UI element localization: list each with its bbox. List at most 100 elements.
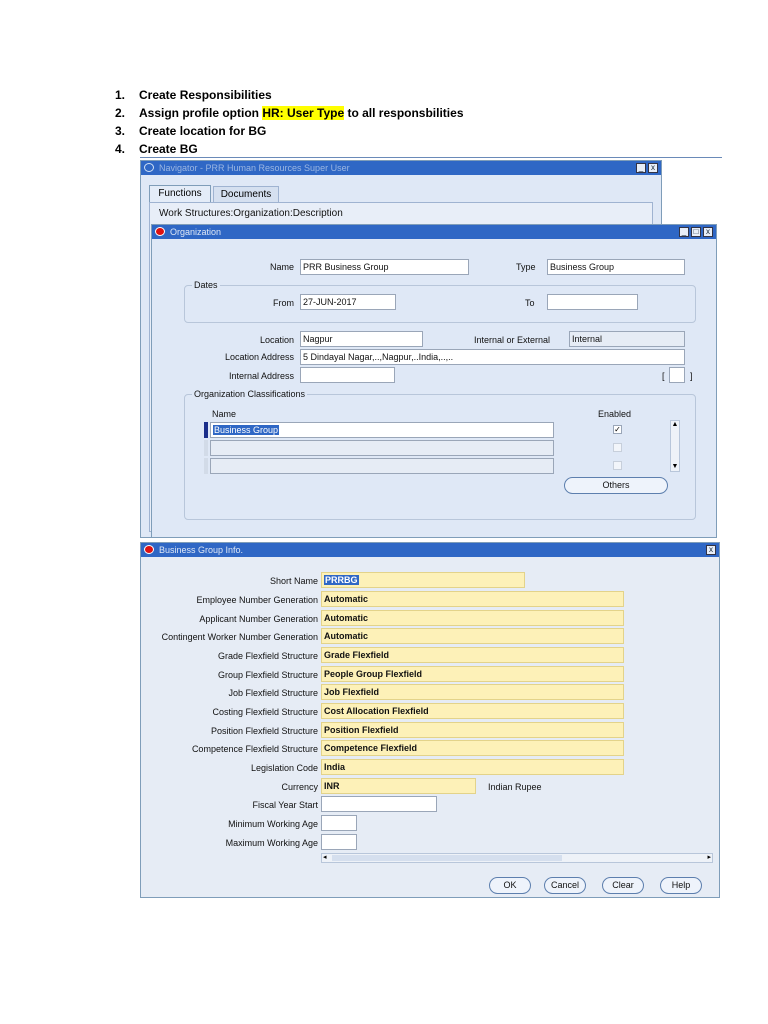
scroll-up-icon[interactable]: ▲	[671, 421, 679, 429]
competence-flexfield-structure-field[interactable]: Competence Flexfield	[321, 740, 624, 756]
fiscal-year-start-field[interactable]	[321, 796, 437, 812]
navigator-title: Navigator - PRR Human Resources Super Us…	[159, 163, 350, 173]
from-date-field[interactable]: 27-JUN-2017	[300, 294, 396, 310]
classifications-label: Organization Classifications	[192, 389, 308, 399]
clear-button[interactable]: Clear	[602, 877, 644, 894]
enabled-checkbox[interactable]: ✓	[613, 425, 622, 434]
position-flexfield-structure-field[interactable]: Position Flexfield	[321, 722, 624, 738]
minimum-working-age-field[interactable]	[321, 815, 357, 831]
from-label: From	[273, 298, 294, 308]
field-label: Maximum Working Age	[225, 838, 318, 848]
type-field[interactable]: Business Group	[547, 259, 685, 275]
enabled-checkbox[interactable]	[613, 443, 622, 452]
currency-field[interactable]: INR	[321, 778, 476, 794]
applicant-number-generation-field[interactable]: Automatic	[321, 610, 624, 626]
flex-bracket-open: [	[662, 371, 665, 381]
field-label: Fiscal Year Start	[252, 800, 318, 810]
field-label: Grade Flexfield Structure	[217, 651, 318, 661]
minimize-button[interactable]: _	[679, 227, 689, 237]
classification-row-1[interactable]: Business Group	[210, 422, 554, 438]
internal-external-field[interactable]: Internal	[569, 331, 685, 347]
field-label: Minimum Working Age	[228, 819, 318, 829]
row-indicator	[204, 440, 208, 456]
name-field[interactable]: PRR Business Group	[300, 259, 469, 275]
navigator-titlebar[interactable]: Navigator - PRR Human Resources Super Us…	[141, 161, 661, 175]
bg-info-title: Business Group Info.	[159, 545, 244, 555]
navigator-path: Work Structures:Organization:Description	[159, 208, 343, 219]
enabled-checkbox[interactable]	[613, 461, 622, 470]
costing-flexfield-structure-field[interactable]: Cost Allocation Flexfield	[321, 703, 624, 719]
navigator-icon	[144, 163, 154, 172]
maximize-button[interactable]: □	[691, 227, 701, 237]
scroll-down-icon[interactable]: ▼	[671, 463, 679, 471]
business-group-info-window: Business Group Info. x Short Name PRRBG …	[140, 542, 720, 898]
internal-external-label: Internal or External	[474, 335, 551, 345]
field-label: Costing Flexfield Structure	[212, 707, 318, 717]
minimize-button[interactable]: _	[636, 163, 646, 173]
location-address-field[interactable]: 5 Dindayal Nagar,..,Nagpur,..India,..,..	[300, 349, 685, 365]
field-label: Short Name	[269, 576, 318, 586]
classification-scrollbar[interactable]: ▲ ▼	[670, 420, 680, 472]
employee-number-generation-field[interactable]: Automatic	[321, 591, 624, 607]
classification-row-3[interactable]	[210, 458, 554, 474]
field-label: Position Flexfield Structure	[210, 726, 318, 736]
organization-window: Organization _ □ x Name PRR Business Gro…	[151, 224, 717, 538]
bg-info-titlebar[interactable]: Business Group Info. x	[141, 543, 719, 557]
flex-bracket-close: ]	[690, 371, 693, 381]
organization-titlebar[interactable]: Organization _ □ x	[152, 225, 716, 239]
close-button[interactable]: x	[706, 545, 716, 555]
tab-documents[interactable]: Documents	[213, 186, 279, 202]
oracle-icon	[144, 545, 154, 554]
field-label: Applicant Number Generation	[199, 614, 318, 624]
field-label: Job Flexfield Structure	[228, 688, 318, 698]
field-label: Legislation Code	[250, 763, 318, 773]
others-button[interactable]: Others	[564, 477, 668, 494]
dates-label: Dates	[192, 280, 220, 290]
instruction-item: 1. Create Responsibilities	[115, 88, 272, 102]
location-address-label: Location Address	[224, 352, 294, 362]
location-label: Location	[259, 335, 294, 345]
to-label: To	[525, 298, 535, 308]
legislation-code-field[interactable]: India	[321, 759, 624, 775]
currency-description: Indian Rupee	[488, 782, 542, 792]
descriptive-flexfield[interactable]	[669, 367, 685, 383]
type-label: Type	[516, 262, 536, 272]
location-field[interactable]: Nagpur	[300, 331, 423, 347]
maximum-working-age-field[interactable]	[321, 834, 357, 850]
contingent-worker-number-generation-field[interactable]: Automatic	[321, 628, 624, 644]
job-flexfield-structure-field[interactable]: Job Flexfield	[321, 684, 624, 700]
short-name-field[interactable]: PRRBG	[321, 572, 525, 588]
group-flexfield-structure-field[interactable]: People Group Flexfield	[321, 666, 624, 682]
oracle-icon	[155, 227, 165, 236]
ok-button[interactable]: OK	[489, 877, 531, 894]
internal-address-label: Internal Address	[228, 371, 294, 381]
field-label: Contingent Worker Number Generation	[161, 632, 318, 642]
classification-row-2[interactable]	[210, 440, 554, 456]
divider-line	[140, 157, 722, 158]
field-label: Currency	[281, 782, 318, 792]
field-label: Group Flexfield Structure	[217, 670, 318, 680]
highlighted-profile-option: HR: User Type	[262, 106, 345, 120]
col-name-header: Name	[212, 409, 237, 419]
field-label: Competence Flexfield Structure	[191, 744, 318, 754]
scroll-left-icon[interactable]: ◂	[323, 854, 327, 862]
field-label: Employee Number Generation	[196, 595, 318, 605]
horizontal-scrollbar[interactable]: ◂ ▸	[321, 853, 713, 863]
close-button[interactable]: x	[648, 163, 658, 173]
scroll-thumb[interactable]	[332, 855, 562, 861]
to-date-field[interactable]	[547, 294, 638, 310]
scroll-right-icon[interactable]: ▸	[707, 854, 711, 862]
organization-title: Organization	[170, 227, 222, 237]
close-button[interactable]: x	[703, 227, 713, 237]
cancel-button[interactable]: Cancel	[544, 877, 586, 894]
row-indicator	[204, 458, 208, 474]
instruction-item: 4. Create BG	[115, 142, 198, 156]
name-label: Name	[269, 262, 294, 272]
grade-flexfield-structure-field[interactable]: Grade Flexfield	[321, 647, 624, 663]
instruction-item: 2. Assign profile option HR: User Type to…	[115, 106, 464, 120]
help-button[interactable]: Help	[660, 877, 702, 894]
internal-address-field[interactable]	[300, 367, 395, 383]
col-enabled-header: Enabled	[598, 409, 632, 419]
instruction-item: 3. Create location for BG	[115, 124, 267, 138]
tab-functions[interactable]: Functions	[149, 185, 211, 202]
